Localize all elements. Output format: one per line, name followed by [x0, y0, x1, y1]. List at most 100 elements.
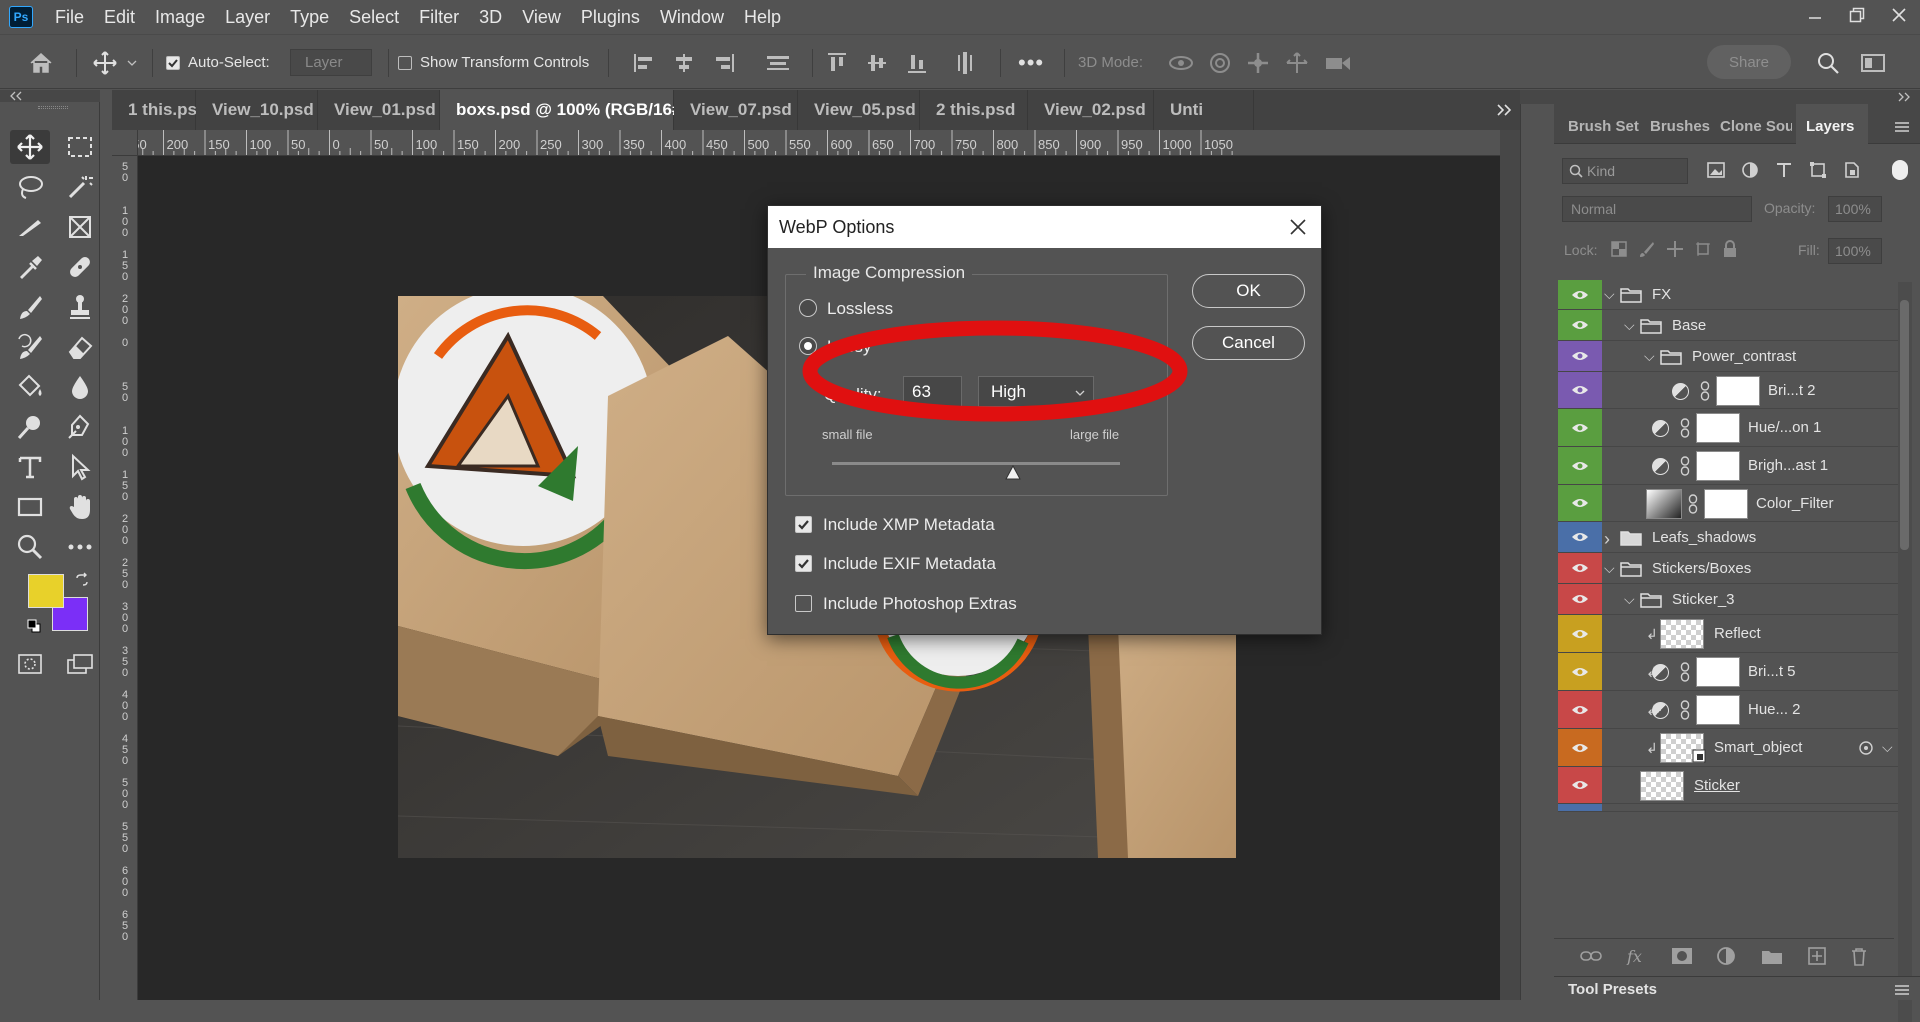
- toolbar-grip[interactable]: [38, 106, 68, 109]
- layer-row[interactable]: ↲ Reflect: [1558, 615, 1898, 653]
- opacity-input[interactable]: 100%: [1828, 196, 1882, 222]
- align-middle-icon[interactable]: [866, 51, 888, 75]
- healing-brush-tool[interactable]: [60, 250, 100, 284]
- show-transform-controls-checkbox[interactable]: Show Transform Controls: [398, 35, 589, 90]
- layer-row[interactable]: ↲Hue... 2: [1558, 691, 1898, 729]
- 3d-camera-icon[interactable]: [1324, 52, 1352, 74]
- exif-metadata-checkbox[interactable]: [795, 555, 812, 572]
- align-bottom-icon[interactable]: [906, 51, 928, 75]
- filter-shape-icon[interactable]: [1808, 160, 1828, 180]
- tab-document-3[interactable]: View_01.psd✕: [318, 90, 463, 130]
- layer-row[interactable]: ⌵ Sticker_3: [1558, 584, 1898, 615]
- layer-mask-thumbnail[interactable]: [1696, 451, 1740, 481]
- layer-row[interactable]: ↲ ⌵ Smart_object: [1558, 729, 1898, 767]
- menu-layer[interactable]: Layer: [215, 0, 280, 34]
- layer-thumbnail[interactable]: [1640, 770, 1684, 801]
- new-adjustment-icon[interactable]: [1716, 946, 1738, 966]
- layer-mask-thumbnail[interactable]: [1696, 657, 1740, 687]
- hand-tool[interactable]: [60, 490, 100, 524]
- auto-select-checkbox[interactable]: Auto-Select:: [166, 35, 270, 90]
- magic-wand-tool[interactable]: [60, 170, 100, 204]
- visibility-eye-icon[interactable]: [1571, 704, 1589, 716]
- cancel-button[interactable]: Cancel: [1192, 326, 1305, 360]
- visibility-eye-icon[interactable]: [1571, 779, 1589, 791]
- marquee-tool[interactable]: [60, 130, 100, 164]
- visibility-eye-icon[interactable]: [1571, 497, 1589, 509]
- ruler-origin[interactable]: [112, 130, 138, 156]
- distribute-icon[interactable]: [764, 52, 792, 74]
- tab-brushes[interactable]: Brushes: [1650, 118, 1710, 135]
- path-selection-tool[interactable]: [60, 450, 100, 484]
- layer-mask-thumbnail[interactable]: [1704, 488, 1748, 519]
- chain-link-icon[interactable]: [1680, 662, 1690, 682]
- menu-edit[interactable]: Edit: [94, 0, 145, 34]
- filter-toggle[interactable]: [1892, 160, 1908, 180]
- layer-filter-kind[interactable]: Kind: [1562, 158, 1688, 184]
- photoshop-extras-checkbox[interactable]: [795, 595, 812, 612]
- auto-select-target-dropdown[interactable]: Layer: [290, 49, 372, 76]
- fill-input[interactable]: 100%: [1828, 238, 1882, 264]
- tool-presets-menu-icon[interactable]: [1894, 983, 1910, 997]
- frame-tool[interactable]: [60, 210, 100, 244]
- more-options-button[interactable]: •••: [1018, 35, 1044, 90]
- tab-document-9[interactable]: Unti: [1154, 90, 1254, 130]
- lossless-radio[interactable]: [799, 299, 817, 317]
- quick-mask-button[interactable]: [10, 647, 50, 681]
- close-window-button[interactable]: [1878, 0, 1920, 30]
- layer-row[interactable]: [1558, 804, 1898, 812]
- layer-mask-thumbnail[interactable]: [1696, 413, 1740, 443]
- tab-document-4[interactable]: boxs.psd @ 100% (RGB/16#) *✕: [440, 90, 726, 130]
- layer-thumbnail[interactable]: [1660, 619, 1704, 649]
- visibility-eye-icon[interactable]: [1571, 350, 1589, 362]
- xmp-metadata-checkbox[interactable]: [795, 516, 812, 533]
- search-button[interactable]: [1816, 35, 1840, 90]
- 3d-orbit-icon[interactable]: [1168, 51, 1194, 75]
- align-top-icon[interactable]: [826, 51, 848, 75]
- layer-name[interactable]: Color_Filter: [1756, 495, 1834, 512]
- dodge-tool[interactable]: [10, 410, 50, 444]
- tab-brush-settings[interactable]: Brush Set: [1568, 118, 1639, 135]
- visibility-eye-icon[interactable]: [1571, 593, 1589, 605]
- xmp-metadata-label[interactable]: Include XMP Metadata: [823, 515, 995, 535]
- layer-row[interactable]: ↲Bri...t 5: [1558, 653, 1898, 691]
- layers-scrollbar[interactable]: [1898, 282, 1912, 1022]
- workspace-button[interactable]: [1860, 35, 1886, 90]
- toolbar-collapse-strip[interactable]: [0, 90, 100, 102]
- more-tabs-button[interactable]: [1488, 90, 1520, 130]
- menu-image[interactable]: Image: [145, 0, 215, 34]
- menu-help[interactable]: Help: [734, 0, 791, 34]
- tab-clone-source[interactable]: Clone Sou: [1720, 118, 1792, 135]
- filter-smart-object-icon[interactable]: [1842, 160, 1862, 180]
- delete-layer-icon[interactable]: [1850, 946, 1868, 966]
- link-layers-icon[interactable]: [1579, 948, 1602, 964]
- visibility-eye-icon[interactable]: [1571, 422, 1589, 434]
- vertical-ruler[interactable]: 50 100 150 200 0 50 100 150 200 250 300 350 400 450 50…: [112, 156, 138, 1000]
- layer-name[interactable]: FX: [1652, 286, 1671, 303]
- menu-type[interactable]: Type: [280, 0, 339, 34]
- lasso-tool[interactable]: [10, 170, 50, 204]
- quality-slider-track[interactable]: [832, 462, 1120, 465]
- align-right-icon[interactable]: [712, 52, 736, 74]
- layer-name[interactable]: Base: [1672, 317, 1706, 334]
- tab-document-2[interactable]: View_10.psd✕: [196, 90, 341, 130]
- eraser-tool[interactable]: [60, 330, 100, 364]
- visibility-eye-icon[interactable]: [1571, 666, 1589, 678]
- chevron-down-icon[interactable]: ⌵: [1882, 739, 1893, 756]
- 3d-pan-icon[interactable]: [1246, 51, 1270, 75]
- lock-pixels-icon[interactable]: [1638, 240, 1656, 258]
- edit-toolbar-button[interactable]: [60, 530, 100, 564]
- filter-adjustment-icon[interactable]: [1740, 160, 1760, 180]
- home-button[interactable]: [28, 35, 54, 90]
- chain-link-icon[interactable]: [1680, 456, 1690, 476]
- visibility-eye-icon[interactable]: [1571, 742, 1589, 754]
- chevron-down-icon[interactable]: ⌵: [1604, 286, 1615, 303]
- visibility-eye-icon[interactable]: [1571, 531, 1589, 543]
- eyedropper-tool[interactable]: [10, 250, 50, 284]
- layer-name[interactable]: Bri...t 5: [1748, 663, 1796, 680]
- align-center-h-icon[interactable]: [672, 52, 696, 74]
- menu-view[interactable]: View: [512, 0, 571, 34]
- add-mask-icon[interactable]: [1671, 947, 1693, 965]
- layer-thumbnail[interactable]: [1646, 488, 1682, 519]
- foreground-color-swatch[interactable]: [28, 574, 64, 608]
- layer-name[interactable]: Leafs_shadows: [1652, 529, 1756, 546]
